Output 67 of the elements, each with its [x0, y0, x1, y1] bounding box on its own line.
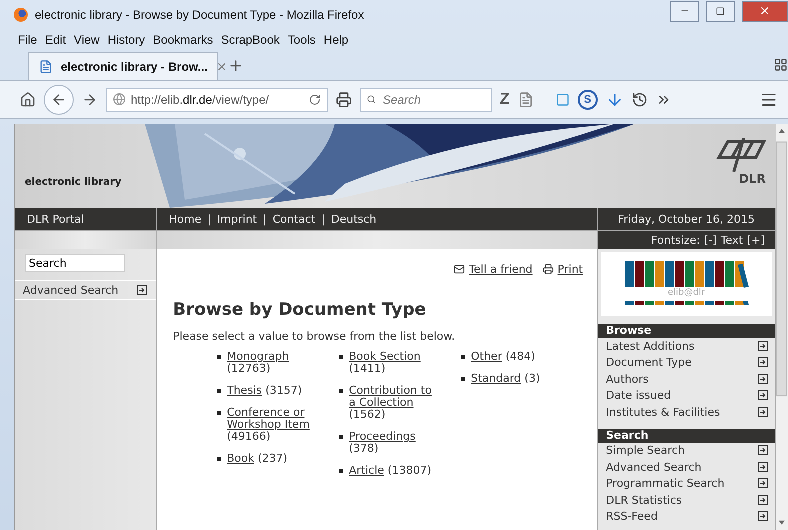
menu-item[interactable]: ScrapBook	[217, 33, 284, 47]
sidebar-link[interactable]: DLR Statistics	[598, 492, 775, 508]
item-count: (484)	[506, 350, 536, 363]
sidebar-link[interactable]: Authors	[598, 371, 775, 388]
intro-text: Please select a value to browse from the list below.	[173, 330, 456, 343]
search-input[interactable]: Search	[381, 92, 485, 108]
window-title: electronic library - Browse by Document Type - Mozilla Firefox	[35, 8, 366, 22]
category-link[interactable]: Proceedings	[349, 431, 416, 443]
item-count: (378)	[349, 442, 379, 455]
item-count: (12763)	[227, 362, 271, 375]
search-field[interactable]: Search	[25, 254, 125, 272]
z-icon[interactable]: Z	[500, 90, 510, 108]
sidebar-link[interactable]: Programmatic Search	[598, 476, 775, 492]
category-link[interactable]: Standard	[471, 373, 522, 385]
section-heading: Browse	[598, 324, 775, 338]
page-heading: Browse by Document Type	[173, 300, 428, 320]
item-count: (237)	[258, 452, 288, 465]
category-link[interactable]: Conference or Workshop Item	[227, 407, 320, 431]
decrease-font-link[interactable]: [-]	[704, 234, 717, 246]
nav-separator: |	[208, 212, 212, 226]
category-link[interactable]: Thesis	[227, 385, 262, 397]
elib-logo-text: elib@dlr	[668, 288, 706, 298]
nav-link[interactable]: Contact	[272, 212, 316, 226]
nav-separator: |	[263, 212, 267, 226]
text-label: Text	[720, 234, 744, 246]
increase-font-link[interactable]: [+]	[747, 234, 765, 246]
address-field[interactable]: http://elib.dlr.de/view/type/	[106, 88, 328, 112]
item-count: (3157)	[266, 384, 302, 397]
search-box[interactable]: Search	[360, 88, 492, 112]
category-link[interactable]: Book Section	[349, 351, 421, 363]
category-link[interactable]: Article	[349, 465, 384, 477]
item-count: (1411)	[349, 362, 386, 375]
sidebar-link[interactable]: Advanced Search	[598, 459, 775, 476]
nav-link[interactable]: Home	[169, 212, 202, 226]
item-count: (3)	[524, 372, 540, 385]
sidebar-link[interactable]: RSS-Feed	[598, 508, 775, 525]
category-link[interactable]: Monograph	[227, 351, 290, 363]
menu-item[interactable]: File	[14, 33, 42, 47]
nav-separator: |	[322, 212, 326, 226]
menu-item[interactable]: Tools	[284, 33, 320, 47]
category-link[interactable]: Contribution to a Collection	[349, 385, 442, 409]
sidebar-link[interactable]: Date issued	[598, 388, 775, 404]
tell-a-friend-link[interactable]: Tell a friend	[454, 263, 533, 276]
category-link[interactable]: Other	[471, 351, 502, 363]
sidebar-link[interactable]: Institutes & Facilities	[598, 404, 775, 420]
menu-item[interactable]: Bookmarks	[149, 33, 218, 47]
sidebar-link[interactable]: Document Type	[598, 354, 775, 371]
sidebar-link[interactable]: Simple Search	[598, 442, 775, 459]
item-count: (13807)	[388, 464, 432, 477]
section-heading: Search	[598, 428, 775, 442]
site-title: electronic library	[25, 177, 122, 188]
category-link[interactable]: Book	[227, 453, 254, 465]
menu-item[interactable]: View	[70, 33, 104, 47]
s-icon[interactable]: S	[578, 90, 598, 110]
dlr-logo-text: DLR	[739, 172, 766, 186]
sidebar-link[interactable]: Latest Additions	[598, 338, 775, 354]
item-count: (49166)	[227, 430, 271, 443]
item-count: (1562)	[349, 408, 386, 421]
print-link[interactable]: Print	[542, 263, 584, 276]
fontsize-label: Fontsize:	[651, 234, 700, 246]
nav-link[interactable]: Imprint	[217, 212, 258, 226]
menu-item[interactable]: Help	[320, 33, 353, 47]
nav-link[interactable]: Deutsch	[331, 212, 377, 226]
menu-item[interactable]: Edit	[41, 33, 70, 47]
date-text: Friday, October 16, 2015	[618, 212, 755, 226]
advanced-search-link[interactable]: Advanced Search	[23, 284, 119, 296]
menu-item[interactable]: History	[104, 33, 150, 47]
